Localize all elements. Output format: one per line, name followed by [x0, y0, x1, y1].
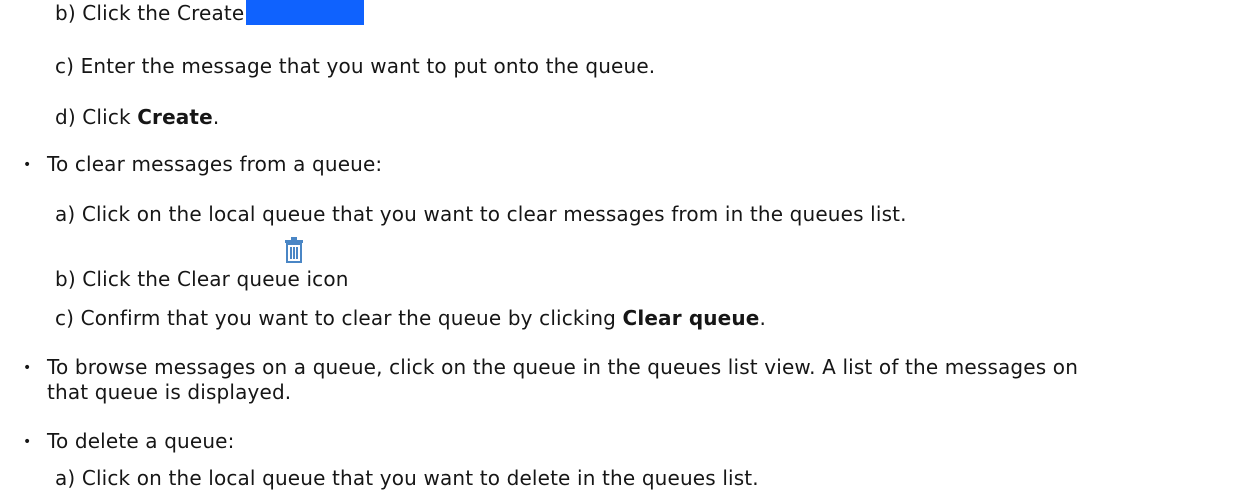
bullet-icon: • — [23, 157, 32, 173]
delete-heading: To delete a queue: — [47, 429, 235, 453]
clear-c-suffix: . — [759, 306, 767, 330]
bullet-icon: • — [23, 434, 32, 450]
create-button — [246, 0, 364, 25]
browse-line-2: that queue is displayed. — [47, 380, 292, 404]
trash-icon — [285, 237, 303, 263]
create-d-suffix: . — [212, 105, 220, 129]
doc-line-create-c: c) Enter the message that you want to pu… — [55, 54, 656, 78]
doc-line-create-d: d) Click Create. — [55, 105, 219, 129]
clear-c-bold: Clear queue — [622, 306, 760, 330]
bullet-icon: • — [23, 360, 32, 376]
doc-line-delete-a: a) Click on the local queue that you wan… — [55, 466, 759, 490]
doc-line-clear-a: a) Click on the local queue that you wan… — [55, 202, 907, 226]
clear-heading: To clear messages from a queue: — [47, 152, 383, 176]
browse-line-1: To browse messages on a queue, click on … — [47, 355, 1079, 379]
clear-c-prefix: c) Confirm that you want to clear the qu… — [55, 306, 623, 330]
create-d-bold: Create — [137, 105, 213, 129]
create-d-prefix: d) Click — [55, 105, 138, 129]
doc-line-clear-c: c) Confirm that you want to clear the qu… — [55, 306, 766, 330]
doc-line-clear-b: b) Click the Clear queue icon — [55, 267, 349, 291]
